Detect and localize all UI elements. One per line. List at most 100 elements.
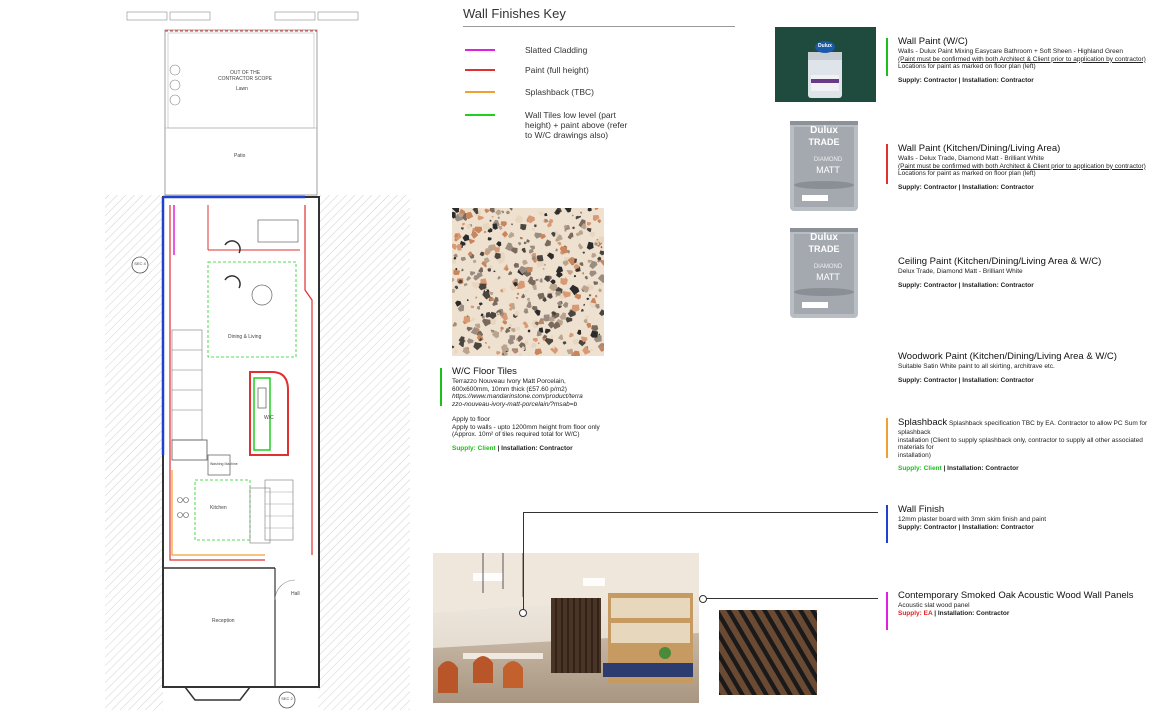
floor-tiles-url-1: https://www.mandarinstone.com/product/te… <box>452 393 583 400</box>
floor-tiles-apply-2: Apply to walls - upto 1200mm height from… <box>452 423 600 431</box>
plan-section-marker-bottom: SEC 2 <box>281 696 293 701</box>
plan-kitchen-label: Kitchen <box>210 505 227 511</box>
woodwork-paint-spec: Woodwork Paint (Kitchen/Dining/Living Ar… <box>898 351 1168 384</box>
key-divider <box>463 26 735 27</box>
key-item-tiles: Wall Tiles low level (part height) + pai… <box>465 110 725 144</box>
kdl-paint-line-1: Walls - Delux Trade, Diamond Matt - Bril… <box>898 155 1045 162</box>
panels-line-1: Acoustic slat wood panel <box>898 602 970 609</box>
kdl-paint-line-3: Locations for paint as marked on floor p… <box>898 170 1036 177</box>
kdl-paint-spec: Wall Paint (Kitchen/Dining/Living Area) … <box>898 143 1168 191</box>
floor-tiles-line-2: 600x600mm, 10mm thick (£57.60 p/m2) <box>452 385 567 393</box>
plan-lawn-label: Lawn <box>236 86 248 92</box>
wall-finish-spec: Wall Finish 12mm plaster board with 3mm … <box>898 504 1168 531</box>
dulux-trade-tin-2: Dulux TRADE DIAMOND MATT <box>788 222 860 322</box>
key-label: Paint (full height) <box>525 65 589 75</box>
panels-supply-row: Supply: EA | Installation: Contractor <box>898 610 1168 618</box>
dulux-small-brand: Dulux <box>818 43 832 49</box>
floor-tiles-title: W/C Floor Tiles <box>452 366 517 377</box>
plan-hall-label: Hall <box>291 591 300 597</box>
terrazzo-speckle <box>543 314 550 322</box>
tin-trade: TRADE <box>808 137 840 147</box>
floor-tiles-url-2: zzo-nouveau-ivory-matt-porcelain/?msab=b <box>452 400 578 408</box>
tin-brand: Dulux <box>810 125 838 136</box>
interior-render-image <box>433 553 699 703</box>
leader-line-panels <box>703 598 878 599</box>
panels-spec: Contemporary Smoked Oak Acoustic Wood Wa… <box>898 590 1168 617</box>
wc-paint-line-2: (Paint must be confirmed with both Archi… <box>898 55 1146 63</box>
terrazzo-tile-swatch <box>452 208 604 356</box>
tin-product-2: MATT <box>816 165 840 175</box>
panels-supply: Supply: EA <box>898 609 933 617</box>
kdl-paint-accent-bar <box>886 144 888 184</box>
wall-finish-supply: Supply: Contractor | Installation: Contr… <box>898 523 1034 531</box>
panels-accent-bar <box>886 592 888 630</box>
wc-paint-line-3: Locations for paint as marked on floor p… <box>898 63 1036 70</box>
key-title: Wall Finishes Key <box>463 6 566 21</box>
wc-paint-accent-bar <box>886 38 888 76</box>
key-label: Slatted Cladding <box>525 45 588 55</box>
panels-title: Contemporary Smoked Oak Acoustic Wood Wa… <box>898 590 1134 601</box>
tin-trade: TRADE <box>808 244 840 254</box>
floor-tiles-line-1: Terrazzo Nouveau Ivory Matt Porcelain, <box>452 378 566 385</box>
wc-paint-title: Wall Paint (W/C) <box>898 36 968 47</box>
leader-line-wall-finish-v <box>523 512 524 612</box>
splashback-title: Splashback <box>898 417 948 428</box>
key-swatch-orange <box>465 91 495 93</box>
tin-product-1: DIAMOND <box>813 157 843 163</box>
splashback-supply: Supply: Client <box>898 465 942 472</box>
ceiling-paint-line-1: Delux Trade, Diamond Matt - Brilliant Wh… <box>898 268 1023 275</box>
splashback-spec: Splashback Splashback specification TBC … <box>898 417 1168 473</box>
wall-finish-accent-bar <box>886 505 888 543</box>
plan-dining-label: Dining & Living <box>228 334 262 340</box>
floor-tiles-install: | Installation: Contractor <box>497 444 573 452</box>
plan-utility-label: Washing Machine <box>210 462 238 466</box>
woodwork-paint-supply: Supply: Contractor | Installation: Contr… <box>898 376 1034 384</box>
floor-tiles-apply-3: (Approx. 10m² of tiles required total fo… <box>452 431 580 438</box>
floor-plan-drawing <box>105 11 410 710</box>
tin-product-1: DIAMOND <box>813 264 843 270</box>
key-swatch-green <box>465 114 495 116</box>
terrazzo-speckle <box>527 329 531 333</box>
ceiling-paint-title: Ceiling Paint (Kitchen/Dining/Living Are… <box>898 256 1102 267</box>
plan-section-marker-top: SEC 4 <box>134 261 146 266</box>
floor-tiles-accent-bar <box>440 368 442 406</box>
woodwork-paint-line-1: Suitable Satin White paint to all skirti… <box>898 363 1055 370</box>
leader-dot-wall-finish <box>519 609 527 617</box>
dulux-small-tin-image <box>808 41 842 98</box>
plan-scope-line-2: CONTRACTOR SCOPE <box>217 76 273 82</box>
terrazzo-speckle <box>590 348 593 351</box>
leader-dot-panels <box>699 595 707 603</box>
floor-tiles-apply-1: Apply to floor <box>452 416 490 423</box>
plan-patio-label: Patio <box>234 153 246 159</box>
key-swatch-magenta <box>465 49 495 51</box>
floor-tiles-supply-row: Supply: Client | Installation: Contracto… <box>452 445 652 453</box>
terrazzo-speckle <box>489 219 492 222</box>
splashback-line-2: installation (Client to supply splashbac… <box>898 436 1143 452</box>
terrazzo-speckle <box>452 211 456 219</box>
key-item-splashback: Splashback (TBC) <box>465 87 725 99</box>
terrazzo-speckle <box>584 315 590 319</box>
splashback-supply-row: Supply: Client | Installation: Contracto… <box>898 465 1168 473</box>
wc-paint-spec: Wall Paint (W/C) Walls - Dulux Paint Mix… <box>898 36 1168 84</box>
key-swatch-red <box>465 69 495 71</box>
wood-panel-sample-image <box>719 610 817 695</box>
terrazzo-speckle <box>502 353 504 356</box>
wc-paint-line-1: Walls - Dulux Paint Mixing Easycare Bath… <box>898 48 1124 55</box>
ceiling-paint-spec: Ceiling Paint (Kitchen/Dining/Living Are… <box>898 256 1168 289</box>
panels-install: | Installation: Contractor <box>934 609 1010 617</box>
tin-brand: Dulux <box>810 232 838 243</box>
leader-line-wall-finish-h <box>523 512 878 513</box>
key-item-slatted: Slatted Cladding <box>465 45 725 57</box>
kdl-paint-line-2: (Paint must be confirmed with both Archi… <box>898 162 1146 170</box>
splashback-install: | Installation: Contractor <box>943 465 1019 472</box>
plan-wc-label: W/C <box>264 415 274 421</box>
floor-tiles-supply: Supply: Client <box>452 444 496 452</box>
wall-finish-line-1: 12mm plaster board with 3mm skim finish … <box>898 516 1047 523</box>
kdl-paint-supply: Supply: Contractor | Installation: Contr… <box>898 183 1034 191</box>
tin-product-2: MATT <box>816 272 840 282</box>
splashback-line-3: installation) <box>898 451 931 459</box>
wall-finish-title: Wall Finish <box>898 504 945 515</box>
plan-reception-label: Reception <box>212 618 235 624</box>
green-paint-swatch: Dulux <box>775 27 876 102</box>
key-label: Wall Tiles low level (part height) + pai… <box>525 110 628 140</box>
